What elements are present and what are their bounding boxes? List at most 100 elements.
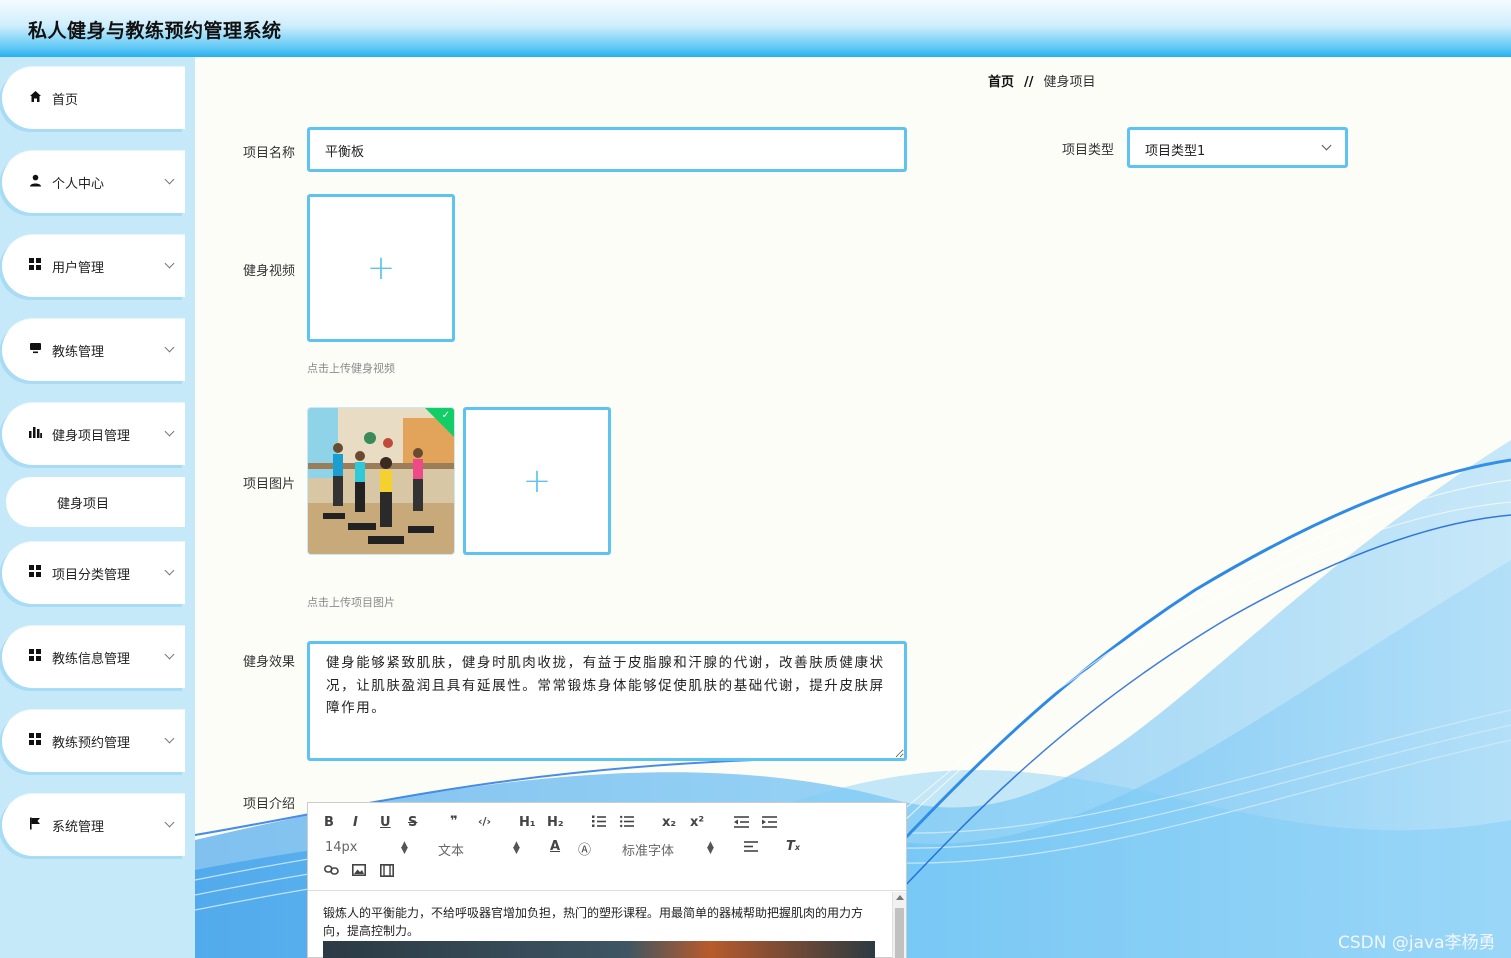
sidebar-item-label: 个人中心	[52, 176, 105, 192]
editor-content[interactable]: 锻炼人的平衡能力，不给呼吸器官增加负担，热门的塑形课程。用最简单的器械帮助把握肌…	[323, 904, 873, 940]
underline-button[interactable]: U	[380, 815, 391, 830]
flag-icon	[28, 816, 42, 830]
top-header: 私人健身与教练预约管理系统	[0, 0, 1511, 57]
bar-chart-icon	[28, 425, 42, 439]
grid-icon	[28, 648, 42, 662]
block-type-select[interactable]: 文本	[438, 840, 464, 859]
sidebar-item-coaches[interactable]: 教练管理	[2, 319, 185, 381]
project-name-input[interactable]: 平衡板	[307, 127, 907, 172]
rich-text-editor[interactable]: B I U S ❞ ‹/› H₁ H₂ x₂ x² 14px ▲ ▼ 文本 ▲ ▼ …	[307, 802, 907, 958]
uploaded-image-thumbnail[interactable]: ✓	[307, 407, 455, 555]
fitness-class-photo	[308, 408, 454, 554]
monitor-icon	[28, 341, 42, 355]
breadcrumb-home[interactable]: 首页	[988, 75, 1014, 90]
subscript-button[interactable]: x₂	[662, 815, 676, 830]
chevron-down-icon	[164, 258, 175, 269]
sidebar-item-coach-info[interactable]: 教练信息管理	[2, 626, 185, 688]
select-arrows-icon: ▲ ▼	[513, 840, 520, 856]
clear-format-icon[interactable]: Tx	[786, 839, 800, 854]
sidebar-item-fitness-projects[interactable]: 健身项目管理	[2, 403, 185, 465]
project-type-select[interactable]: 项目类型1	[1127, 127, 1348, 168]
blockquote-button[interactable]: ❞	[450, 814, 458, 829]
strike-button[interactable]: S	[408, 815, 417, 830]
sidebar-item-home[interactable]: 首页	[2, 67, 185, 129]
project-type-value: 项目类型1	[1145, 144, 1206, 159]
header-2-button[interactable]: H₂	[547, 815, 564, 830]
name-label: 项目名称	[242, 146, 295, 161]
sidebar-item-label: 教练信息管理	[52, 651, 131, 667]
user-icon	[28, 173, 42, 187]
grid-icon	[28, 564, 42, 578]
sidebar-item-users[interactable]: 用户管理	[2, 235, 185, 297]
bold-button[interactable]: B	[324, 815, 334, 830]
link-icon[interactable]	[324, 864, 339, 880]
effect-textarea[interactable]: 健身能够紧致肌肤，健身时肌肉收拢，有益于皮脂腺和汗腺的代谢，改善肤质健康状况，让…	[307, 641, 907, 761]
video-upload-box[interactable]: +	[307, 194, 455, 342]
sidebar-item-label: 用户管理	[52, 260, 105, 276]
scroll-up-icon[interactable]	[896, 895, 904, 900]
type-label: 项目类型	[1061, 143, 1114, 158]
scrollbar-thumb[interactable]	[895, 908, 904, 958]
project-name-value: 平衡板	[325, 145, 365, 160]
chevron-down-icon	[164, 817, 175, 828]
video-upload-hint: 点击上传健身视频	[307, 362, 395, 375]
home-icon	[28, 89, 42, 103]
sidebar-item-label: 首页	[52, 92, 79, 108]
chevron-down-icon	[164, 733, 175, 744]
image-label: 项目图片	[242, 477, 295, 492]
check-icon: ✓	[441, 410, 450, 421]
italic-button[interactable]: I	[353, 815, 358, 830]
sidebar-item-label: 健身项目	[57, 497, 110, 512]
header-1-button[interactable]: H₁	[519, 815, 536, 830]
background-color-icon[interactable]: Ⓐ	[578, 839, 591, 858]
sidebar-item-label: 教练管理	[52, 344, 105, 360]
editor-embedded-image	[323, 941, 875, 958]
sidebar-subitem-fitness-project[interactable]: 健身项目	[6, 477, 185, 527]
video-icon[interactable]	[380, 864, 394, 881]
sidebar-item-bookings[interactable]: 教练预约管理	[2, 710, 185, 772]
superscript-button[interactable]: x²	[690, 815, 704, 830]
sidebar-item-profile[interactable]: 个人中心	[2, 151, 185, 213]
plus-icon: +	[366, 248, 396, 288]
chevron-down-icon	[164, 342, 175, 353]
chevron-down-icon	[1321, 140, 1332, 151]
plus-icon: +	[522, 461, 552, 501]
outdent-icon[interactable]	[734, 816, 749, 832]
code-block-button[interactable]: ‹/›	[478, 815, 491, 828]
sidebar: 首页 个人中心 用户管理 教练管理 健身项目管理 健身项目 项目分类管理 教练信…	[0, 57, 195, 958]
sidebar-item-label: 系统管理	[52, 819, 105, 835]
font-family-select[interactable]: 标准字体	[622, 840, 674, 859]
editor-toolbar: B I U S ❞ ‹/› H₁ H₂ x₂ x² 14px ▲ ▼ 文本 ▲ ▼ …	[308, 803, 906, 891]
select-arrows-icon: ▲ ▼	[707, 840, 714, 856]
bullet-list-icon[interactable]	[620, 815, 634, 832]
sidebar-item-label: 项目分类管理	[52, 567, 131, 583]
breadcrumb: 首页 // 健身项目	[988, 71, 1096, 90]
indent-icon[interactable]	[762, 816, 777, 832]
grid-icon	[28, 257, 42, 271]
breadcrumb-separator: //	[1024, 75, 1034, 90]
chevron-down-icon	[164, 174, 175, 185]
grid-icon	[28, 732, 42, 746]
app-title: 私人健身与教练预约管理系统	[28, 20, 282, 42]
breadcrumb-current: 健身项目	[1043, 75, 1096, 90]
font-size-select[interactable]: 14px	[325, 840, 358, 855]
chevron-down-icon	[164, 426, 175, 437]
select-arrows-icon: ▲ ▼	[401, 840, 408, 856]
sidebar-item-label: 教练预约管理	[52, 735, 131, 751]
image-upload-hint: 点击上传项目图片	[307, 596, 395, 609]
sidebar-item-label: 健身项目管理	[52, 428, 131, 444]
align-icon[interactable]	[744, 841, 758, 856]
ordered-list-icon[interactable]	[592, 815, 606, 832]
image-upload-box[interactable]: +	[463, 407, 611, 555]
editor-scrollbar[interactable]	[892, 892, 906, 958]
chevron-down-icon	[164, 565, 175, 576]
sidebar-item-system[interactable]: 系统管理	[2, 794, 185, 856]
watermark: CSDN @java李杨勇	[1338, 933, 1496, 953]
chevron-down-icon	[164, 649, 175, 660]
intro-label: 项目介绍	[242, 797, 295, 812]
sidebar-item-categories[interactable]: 项目分类管理	[2, 542, 185, 604]
video-label: 健身视频	[242, 264, 295, 279]
effect-label: 健身效果	[242, 655, 295, 670]
font-color-icon[interactable]: A	[550, 839, 560, 854]
image-icon[interactable]	[352, 864, 366, 880]
